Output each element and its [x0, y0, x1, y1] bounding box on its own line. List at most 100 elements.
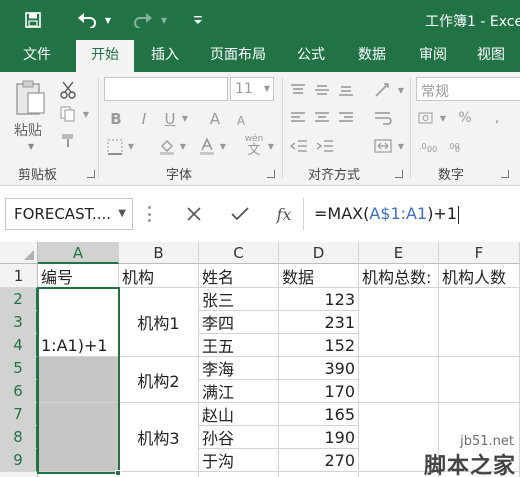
font-color-dropdown-icon[interactable]: ▼ — [218, 140, 228, 152]
cell-d6[interactable]: 170 — [279, 380, 359, 403]
save-icon[interactable] — [22, 9, 44, 31]
paste-dropdown-icon[interactable]: ▼ — [28, 142, 34, 151]
row-header-8[interactable]: 8 — [0, 426, 38, 449]
tab-review[interactable]: 审阅 — [406, 40, 460, 72]
column-header-c[interactable]: C — [199, 242, 279, 264]
cell-f2-merged[interactable] — [439, 288, 520, 357]
tab-data[interactable]: 数据 — [342, 40, 402, 72]
undo-icon[interactable] — [74, 9, 100, 31]
number-launcher-icon[interactable] — [501, 170, 509, 178]
align-bottom-icon[interactable] — [336, 80, 356, 100]
cell-b7-merged[interactable]: 机构3 — [119, 403, 199, 472]
cell-c8[interactable]: 孙谷 — [199, 426, 279, 449]
fill-color-icon[interactable] — [156, 136, 178, 158]
cell-c6[interactable]: 满江 — [199, 380, 279, 403]
italic-button[interactable]: I — [134, 108, 154, 130]
row-header-1[interactable]: 1 — [0, 264, 38, 288]
cell-a10[interactable] — [38, 472, 119, 477]
cell-b10[interactable] — [119, 472, 199, 477]
underline-button[interactable]: U — [160, 108, 180, 130]
increase-indent-icon[interactable] — [314, 136, 336, 156]
insert-function-button[interactable]: fx — [272, 202, 296, 226]
column-header-b[interactable]: B — [119, 242, 199, 264]
fill-handle[interactable] — [115, 470, 121, 476]
cell-b5-merged[interactable]: 机构2 — [119, 357, 199, 403]
number-format-combo[interactable]: 常规 — [416, 77, 520, 101]
cell-c7[interactable]: 赵山 — [199, 403, 279, 426]
undo-dropdown-icon[interactable]: ▼ — [102, 9, 114, 31]
row-header-7[interactable]: 7 — [0, 403, 38, 426]
increase-decimal-icon[interactable]: .0 00 — [418, 136, 440, 156]
copy-dropdown-icon[interactable]: ▼ — [80, 108, 92, 120]
row-header-5[interactable]: 5 — [0, 357, 38, 380]
cell-a5-merged[interactable] — [38, 357, 119, 403]
format-painter-icon[interactable] — [58, 130, 78, 150]
shrink-font-button[interactable]: A — [230, 110, 252, 132]
cell-e1[interactable]: 机构总数: — [359, 264, 439, 288]
cell-c4[interactable]: 王五 — [199, 334, 279, 357]
cell-d9[interactable]: 270 — [279, 449, 359, 472]
copy-icon[interactable] — [58, 104, 78, 124]
cell-d2[interactable]: 123 — [279, 288, 359, 311]
merge-center-icon[interactable] — [372, 136, 394, 156]
cell-e2-merged[interactable] — [359, 288, 439, 357]
font-size-dropdown-icon[interactable]: ▼ — [264, 84, 270, 93]
paste-icon[interactable] — [12, 78, 48, 118]
tab-view[interactable]: 视图 — [464, 40, 518, 72]
column-header-f[interactable]: F — [439, 242, 520, 264]
cell-f5-merged[interactable] — [439, 357, 520, 403]
align-left-icon[interactable] — [288, 108, 308, 128]
cell-a1[interactable]: 编号 — [38, 264, 119, 288]
cell-c5[interactable]: 李海 — [199, 357, 279, 380]
column-header-a[interactable]: A — [38, 242, 119, 264]
decrease-indent-icon[interactable] — [288, 136, 310, 156]
customize-quick-access-icon[interactable] — [190, 9, 206, 31]
cell-c9[interactable]: 于沟 — [199, 449, 279, 472]
column-header-e[interactable]: E — [359, 242, 439, 264]
select-all-button[interactable] — [0, 242, 38, 264]
column-header-d[interactable]: D — [279, 242, 359, 264]
row-header-4[interactable]: 4 — [0, 334, 38, 357]
tab-page-layout[interactable]: 页面布局 — [196, 40, 280, 72]
cell-a7-merged[interactable] — [38, 403, 119, 472]
row-header-6[interactable]: 6 — [0, 380, 38, 403]
bold-button[interactable]: B — [106, 108, 126, 130]
border-icon[interactable] — [104, 136, 126, 158]
font-name-combo[interactable] — [104, 77, 228, 101]
cell-d4[interactable]: 152 — [279, 334, 359, 357]
comma-style-icon[interactable]: , — [486, 108, 508, 128]
clipboard-launcher-icon[interactable] — [87, 170, 95, 178]
redo-icon[interactable] — [130, 9, 156, 31]
cell-c2[interactable]: 张三 — [199, 288, 279, 311]
cell-d3[interactable]: 231 — [279, 311, 359, 334]
cut-icon[interactable] — [58, 80, 78, 100]
cancel-x-icon[interactable] — [182, 202, 206, 226]
row-header-2[interactable]: 2 — [0, 288, 38, 311]
fill-color-dropdown-icon[interactable]: ▼ — [178, 140, 188, 152]
cell-e5-merged[interactable] — [359, 357, 439, 403]
align-middle-icon[interactable] — [312, 80, 332, 100]
tab-insert[interactable]: 插入 — [138, 40, 192, 72]
accounting-dropdown-icon[interactable]: ▼ — [438, 112, 448, 124]
align-top-icon[interactable] — [288, 80, 308, 100]
tab-home[interactable]: 开始 — [76, 40, 134, 72]
percent-style-icon[interactable]: % — [454, 108, 476, 128]
redo-dropdown-icon[interactable]: ▼ — [158, 9, 170, 31]
cell-b2-merged[interactable]: 机构1 — [119, 288, 199, 357]
font-size-combo[interactable]: 11 ▼ — [230, 77, 274, 101]
alignment-launcher-icon[interactable] — [395, 170, 403, 178]
border-dropdown-icon[interactable]: ▼ — [126, 140, 136, 152]
cell-a2-merged-editing[interactable]: 1:A1)+1 — [38, 288, 119, 357]
cell-b1[interactable]: 机构 — [119, 264, 199, 288]
cell-d5[interactable]: 390 — [279, 357, 359, 380]
row-header-3[interactable]: 3 — [0, 311, 38, 334]
font-launcher-icon[interactable] — [267, 170, 275, 178]
name-box-dropdown-icon[interactable]: ▼ — [118, 199, 126, 229]
font-color-icon[interactable] — [196, 136, 218, 158]
phonetic-guide-dropdown-icon[interactable]: ▼ — [266, 140, 276, 152]
underline-dropdown-icon[interactable]: ▼ — [180, 112, 190, 124]
name-box[interactable]: FORECAST.... ▼ — [5, 198, 133, 230]
cell-d7[interactable]: 165 — [279, 403, 359, 426]
phonetic-guide-button[interactable]: wén 文 — [242, 132, 266, 160]
orientation-dropdown-icon[interactable]: ▼ — [396, 84, 406, 96]
